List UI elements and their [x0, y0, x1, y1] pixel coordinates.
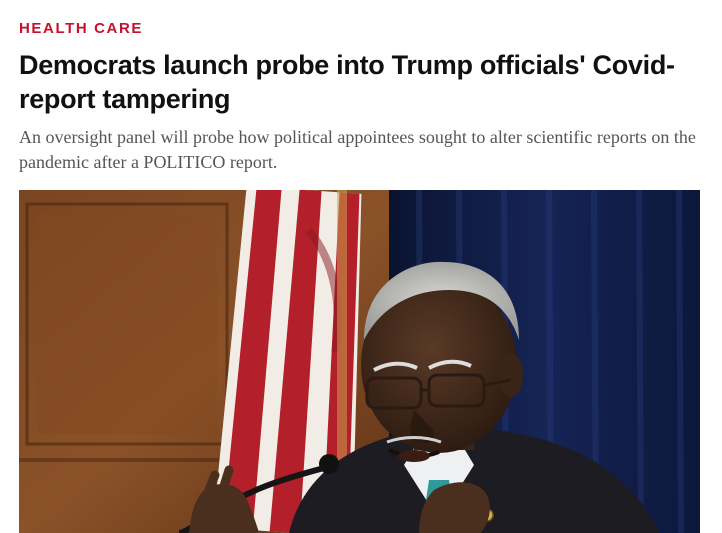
article-card: HEALTH CARE Democrats launch probe into … — [0, 0, 722, 533]
headline[interactable]: Democrats launch probe into Trump offici… — [19, 48, 709, 116]
dek-summary: An oversight panel will probe how politi… — [19, 127, 696, 172]
article-photo[interactable] — [19, 190, 700, 533]
section-label[interactable]: HEALTH CARE — [19, 20, 143, 38]
photo-illustration — [19, 190, 700, 533]
